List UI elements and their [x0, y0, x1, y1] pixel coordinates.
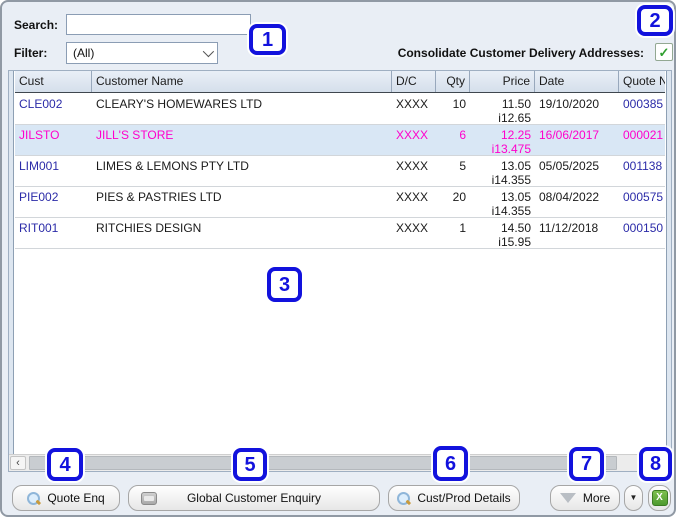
triangle-down-icon — [560, 493, 576, 503]
consolidate-label: Consolidate Customer Delivery Addresses: — [398, 46, 644, 60]
more-label: More — [583, 491, 610, 505]
global-customer-enquiry-button[interactable]: Global Customer Enquiry — [128, 485, 380, 511]
magnifier-icon — [27, 492, 40, 505]
column-header-date[interactable]: Date — [535, 71, 619, 92]
cell-quote: 001138 — [619, 156, 665, 186]
cell-name: PIES & PASTRIES LTD — [92, 187, 392, 217]
cell-dc: XXXX — [392, 156, 436, 186]
quote-enq-label: Quote Enq — [47, 491, 104, 505]
search-label: Search: — [14, 18, 58, 32]
cell-cust: PIE002 — [15, 187, 92, 217]
table-row[interactable]: JILSTO JILL'S STORE XXXX 6 12.25i13.475 … — [15, 125, 665, 156]
quote-enq-button[interactable]: Quote Enq — [12, 485, 120, 511]
cell-date: 11/12/2018 — [535, 218, 619, 248]
callout-badge-3: 3 — [267, 267, 302, 302]
filter-label: Filter: — [14, 46, 47, 60]
more-dropdown-button[interactable]: ▼ — [624, 485, 643, 511]
enquiry-window: Search: Filter: (All) Consolidate Custom… — [0, 0, 676, 517]
cell-price: 13.05i14.355 — [470, 187, 535, 217]
column-header-dc[interactable]: D/C — [392, 71, 436, 92]
column-header-name[interactable]: Customer Name — [92, 71, 392, 92]
magnifier-icon — [397, 492, 410, 505]
table-body: CLE002 CLEARY'S HOMEWARES LTD XXXX 10 11… — [15, 94, 665, 249]
cell-date: 16/06/2017 — [535, 125, 619, 155]
cell-price-inc: i14.355 — [474, 173, 531, 186]
search-input[interactable] — [66, 14, 251, 35]
row-selector-strip — [9, 71, 14, 454]
scrollbar-thumb[interactable] — [29, 456, 617, 470]
cell-qty: 1 — [436, 218, 470, 248]
column-header-cust[interactable]: Cust — [15, 71, 92, 92]
filter-dropdown[interactable]: (All) — [66, 42, 218, 64]
cell-price: 11.50i12.65 — [470, 94, 535, 124]
cell-quote: 000021 — [619, 125, 665, 155]
cell-name: CLEARY'S HOMEWARES LTD — [92, 94, 392, 124]
callout-badge-5: 5 — [233, 448, 267, 481]
enquiry-device-icon — [141, 492, 157, 505]
cell-dc: XXXX — [392, 187, 436, 217]
cust-prod-details-button[interactable]: Cust/Prod Details — [388, 485, 520, 511]
cell-name: RITCHIES DESIGN — [92, 218, 392, 248]
cell-cust: LIM001 — [15, 156, 92, 186]
chevron-down-icon — [203, 46, 214, 57]
cell-cust: JILSTO — [15, 125, 92, 155]
cell-qty: 20 — [436, 187, 470, 217]
table-row[interactable]: RIT001 RITCHIES DESIGN XXXX 1 14.50i15.9… — [15, 218, 665, 249]
callout-badge-8: 8 — [639, 447, 672, 481]
cell-dc: XXXX — [392, 218, 436, 248]
cell-price-inc: i12.65 — [474, 111, 531, 124]
cell-cust: RIT001 — [15, 218, 92, 248]
cell-price: 12.25i13.475 — [470, 125, 535, 155]
cell-price-inc: i13.475 — [474, 142, 531, 155]
cell-date: 05/05/2025 — [535, 156, 619, 186]
table-header-row: Cust Customer Name D/C Qty Price Date Qu… — [15, 71, 665, 93]
callout-badge-6: 6 — [433, 446, 468, 481]
cell-dc: XXXX — [392, 94, 436, 124]
cell-price-inc: i14.355 — [474, 204, 531, 217]
cell-quote: 000385 — [619, 94, 665, 124]
filter-selected-value: (All) — [73, 46, 94, 60]
scroll-left-icon: ‹ — [16, 458, 20, 469]
results-grid: Cust Customer Name D/C Qty Price Date Qu… — [8, 70, 672, 472]
column-header-quote[interactable]: Quote N — [619, 71, 665, 92]
table-row[interactable]: CLE002 CLEARY'S HOMEWARES LTD XXXX 10 11… — [15, 94, 665, 125]
callout-badge-4: 4 — [47, 448, 83, 481]
table-row[interactable]: LIM001 LIMES & LEMONS PTY LTD XXXX 5 13.… — [15, 156, 665, 187]
cell-quote: 000575 — [619, 187, 665, 217]
check-icon: ✓ — [659, 46, 670, 59]
column-header-price[interactable]: Price — [470, 71, 535, 92]
cell-quote: 000150 — [619, 218, 665, 248]
cust-prod-details-label: Cust/Prod Details — [417, 491, 510, 505]
cell-date: 19/10/2020 — [535, 94, 619, 124]
cell-dc: XXXX — [392, 125, 436, 155]
cell-cust: CLE002 — [15, 94, 92, 124]
more-button[interactable]: More — [550, 485, 620, 511]
cell-price-inc: i15.95 — [474, 235, 531, 248]
cell-price: 13.05i14.355 — [470, 156, 535, 186]
column-header-qty[interactable]: Qty — [436, 71, 470, 92]
cell-qty: 6 — [436, 125, 470, 155]
vertical-scrollbar[interactable] — [666, 71, 671, 454]
global-customer-enquiry-label: Global Customer Enquiry — [187, 491, 321, 505]
table-row[interactable]: PIE002 PIES & PASTRIES LTD XXXX 20 13.05… — [15, 187, 665, 218]
cell-date: 08/04/2022 — [535, 187, 619, 217]
cell-qty: 5 — [436, 156, 470, 186]
excel-icon: X — [652, 490, 668, 506]
callout-badge-1: 1 — [249, 24, 286, 55]
cell-name: LIMES & LEMONS PTY LTD — [92, 156, 392, 186]
export-excel-button[interactable]: X — [648, 485, 671, 511]
scroll-left-button[interactable]: ‹ — [10, 456, 26, 470]
cell-qty: 10 — [436, 94, 470, 124]
callout-badge-7: 7 — [569, 447, 604, 481]
cell-price: 14.50i15.95 — [470, 218, 535, 248]
cell-name: JILL'S STORE — [92, 125, 392, 155]
consolidate-checkbox[interactable]: ✓ — [655, 43, 673, 61]
callout-badge-2: 2 — [637, 5, 673, 36]
dropdown-arrow-icon: ▼ — [630, 494, 638, 502]
